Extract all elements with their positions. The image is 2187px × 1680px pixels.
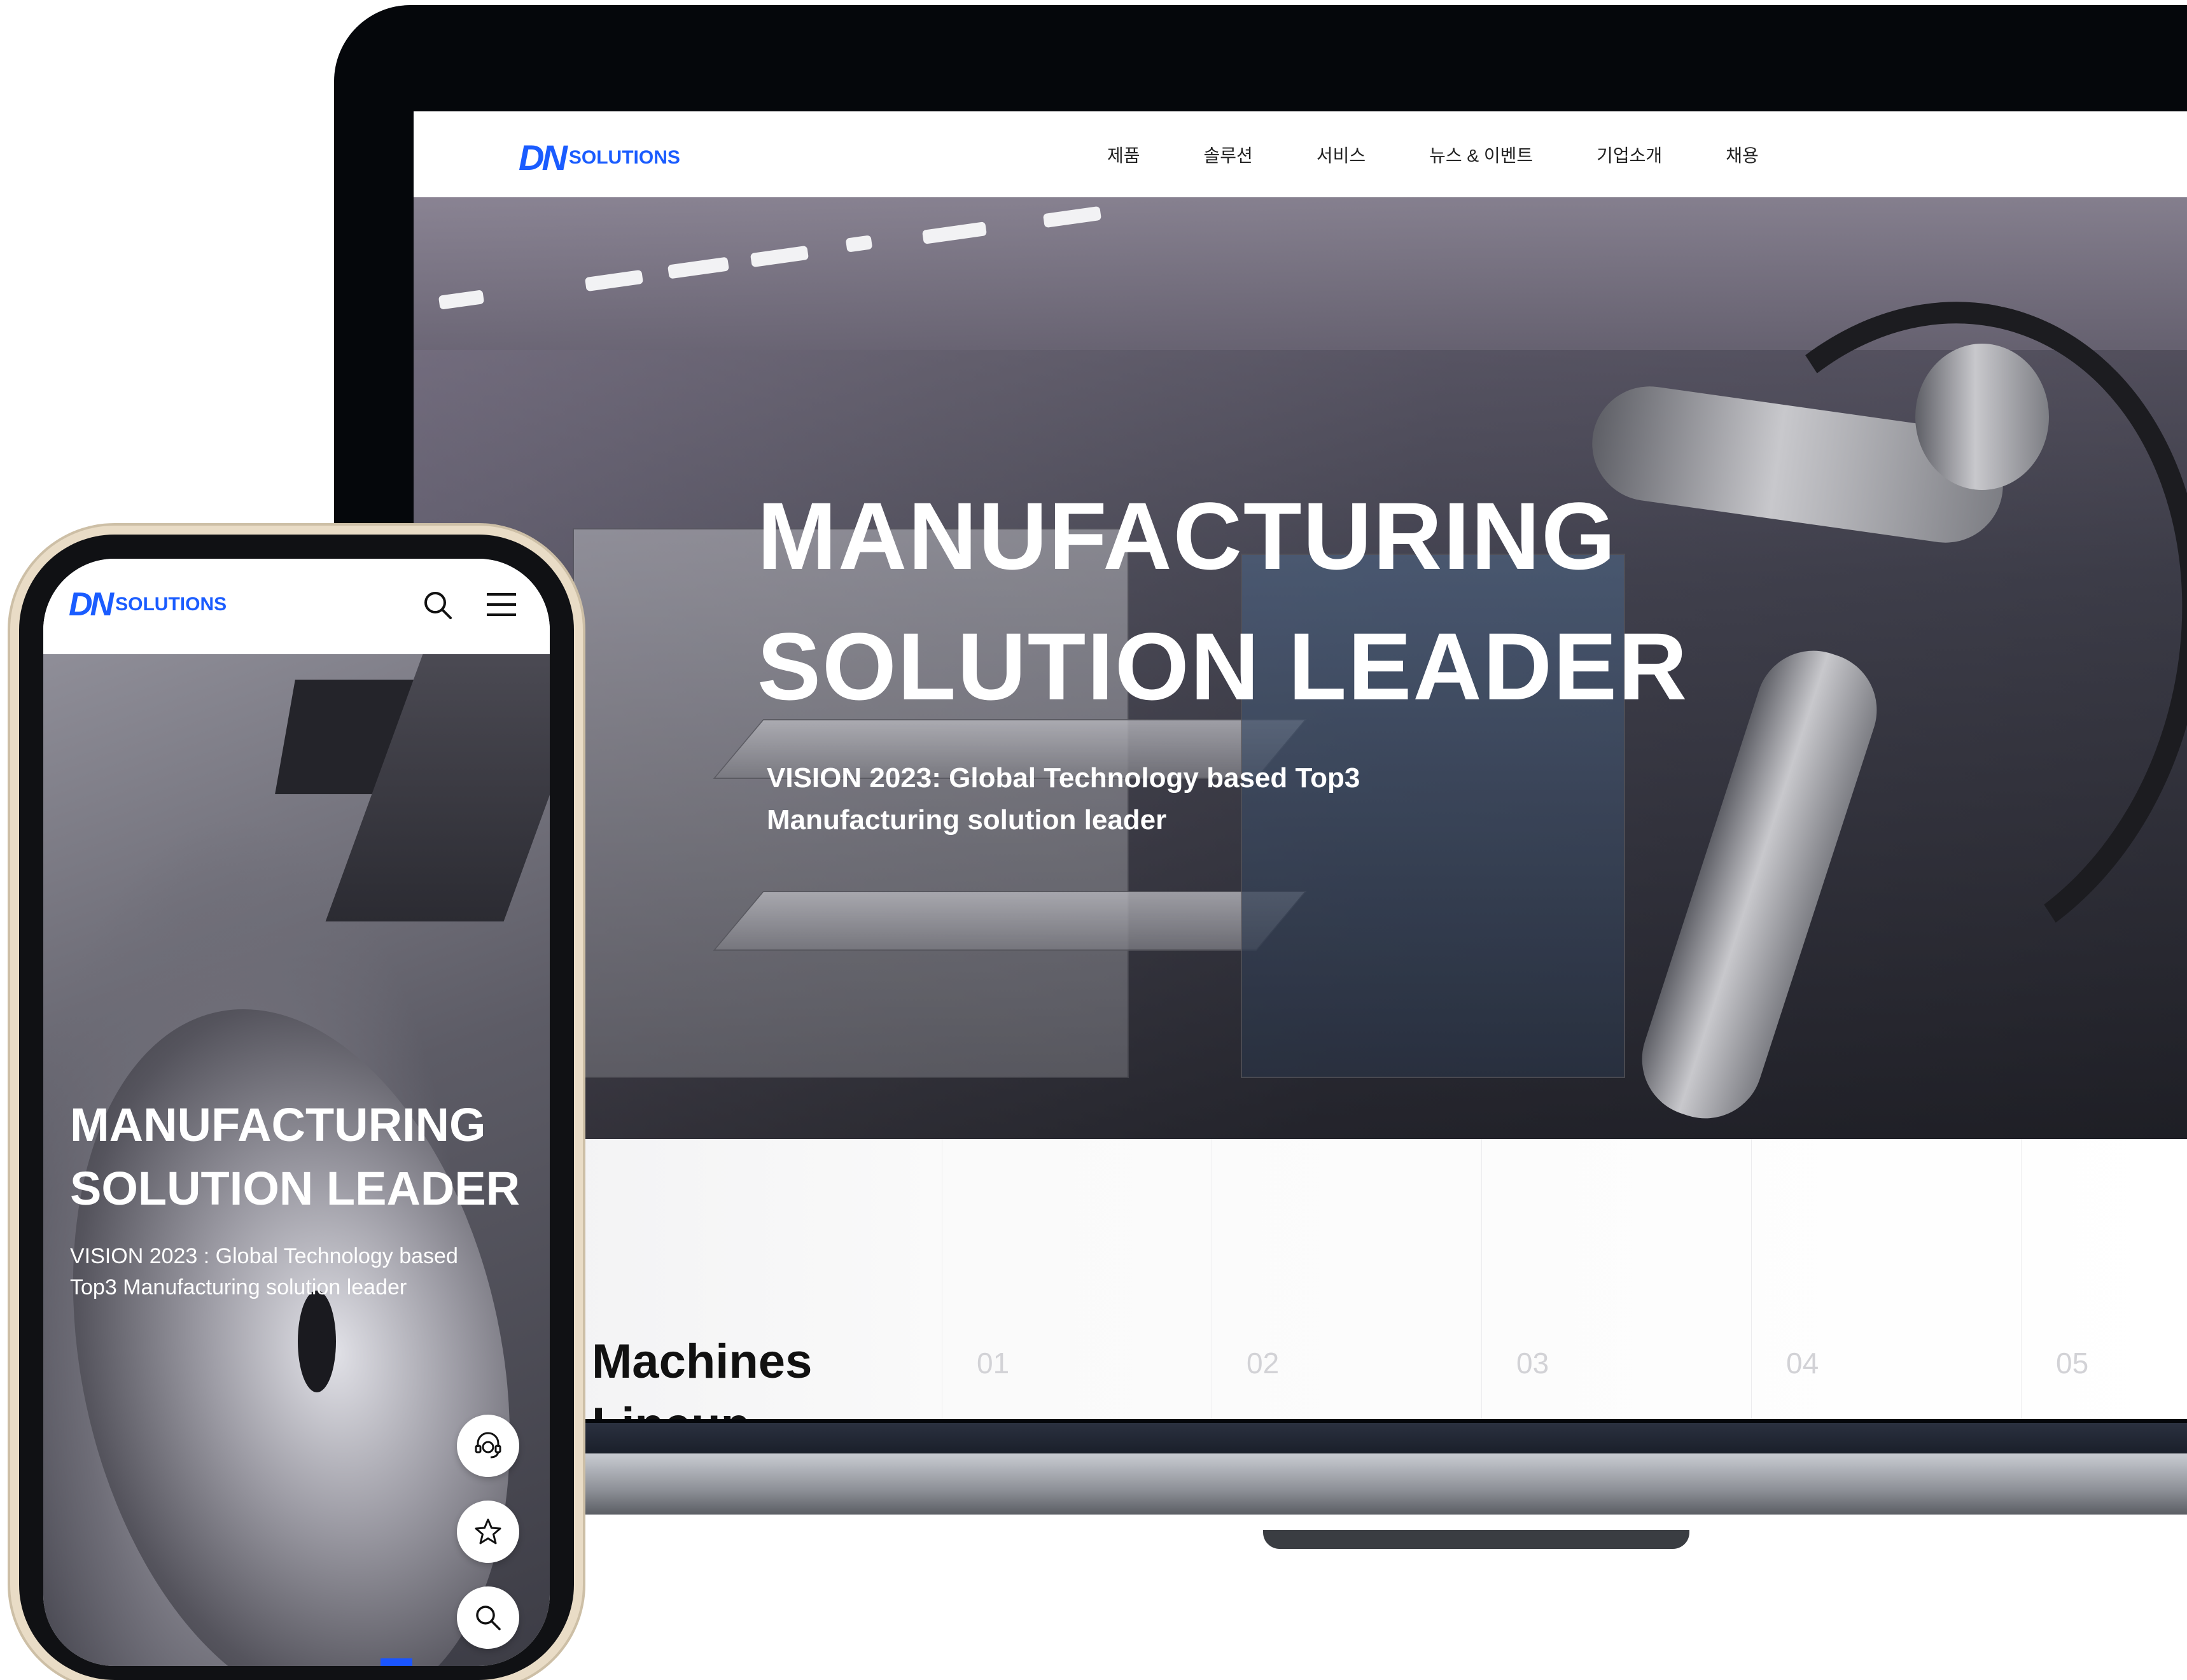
brand-logo[interactable]: DN SOLUTIONS	[69, 585, 227, 624]
star-icon	[475, 1518, 501, 1544]
desktop-screen: DN SOLUTIONS 제품 솔루션 서비스 뉴스 & 이벤트 기업소개 채용…	[414, 111, 2187, 1419]
lathe-chuck-disc	[43, 968, 550, 1666]
customer-support-button[interactable]	[457, 1415, 519, 1477]
nav-item-news-events[interactable]: 뉴스 & 이벤트	[1429, 142, 1533, 167]
logo-mark: DN	[519, 137, 568, 178]
mobile-header: DN SOLUTIONS	[43, 559, 550, 654]
main-nav: 제품 솔루션 서비스 뉴스 & 이벤트 기업소개 채용	[1107, 142, 1822, 167]
mobile-screen: DN SOLUTIONS MANUFACTURING SOLUTION LEAD…	[43, 559, 550, 1666]
laptop-base	[560, 1453, 2187, 1515]
hero-subtitle: VISION 2023: Global Technology based Top…	[767, 757, 1467, 841]
favorites-button[interactable]	[457, 1501, 519, 1563]
support-agent-icon	[475, 1432, 501, 1459]
machines-lineup: Machines Lineup 01 02 03 04 05	[414, 1139, 2187, 1419]
nav-item-solutions[interactable]: 솔루션	[1204, 142, 1253, 167]
nav-item-company[interactable]: 기업소개	[1597, 142, 1662, 167]
nav-item-careers[interactable]: 채용	[1726, 142, 1759, 167]
lineup-item-number[interactable]: 03	[1516, 1346, 1549, 1380]
nav-item-products[interactable]: 제품	[1107, 142, 1140, 167]
site-header: DN SOLUTIONS 제품 솔루션 서비스 뉴스 & 이벤트 기업소개 채용	[414, 111, 2187, 197]
logo-text: SOLUTIONS	[115, 594, 227, 615]
nav-item-services[interactable]: 서비스	[1317, 142, 1366, 167]
hero-subtitle-line: Manufacturing solution leader	[767, 804, 1167, 836]
chevron-left-icon[interactable]: ‹	[69, 1660, 78, 1666]
mobile-hero: MANUFACTURING SOLUTION LEADER VISION 202…	[43, 654, 550, 1666]
logo-text: SOLUTIONS	[568, 146, 680, 168]
laptop-notch	[1263, 1530, 1689, 1549]
search-button[interactable]	[457, 1586, 519, 1649]
mobile-hero-subtitle: VISION 2023 : Global Technology based To…	[70, 1244, 458, 1299]
hero-title-line: MANUFACTURING	[757, 482, 1617, 589]
lineup-item-number[interactable]: 05	[2056, 1346, 2088, 1380]
fixture-shelf	[713, 891, 1307, 951]
mobile-hero-title-line: SOLUTION LEADER	[70, 1162, 521, 1215]
search-icon[interactable]	[422, 589, 454, 621]
phone-frame: DN SOLUTIONS MANUFACTURING SOLUTION LEAD…	[19, 535, 574, 1680]
lineup-divider	[2021, 1139, 2022, 1419]
hero-subtitle-line: VISION 2023: Global Technology based Top…	[767, 762, 1360, 794]
menu-icon[interactable]	[486, 591, 517, 619]
lathe-spindle-hole	[298, 1291, 336, 1392]
lineup-divider	[1751, 1139, 1752, 1419]
lineup-divider	[1481, 1139, 1482, 1419]
search-icon	[476, 1606, 501, 1630]
mobile-hero-title-line: MANUFACTURING	[70, 1098, 486, 1151]
logo-mark: DN	[69, 586, 114, 623]
lineup-item-number[interactable]: 01	[977, 1346, 1009, 1380]
lineup-item-number[interactable]: 02	[1247, 1346, 1279, 1380]
chevron-right-icon[interactable]: ›	[110, 1660, 120, 1666]
hero-title-line: SOLUTION LEADER	[757, 613, 1689, 720]
lineup-title: Machines Lineup	[592, 1334, 813, 1419]
hero-banner: MANUFACTURING SOLUTION LEADER VISION 202…	[414, 197, 2187, 1187]
mobile-hero-title: MANUFACTURING SOLUTION LEADER	[70, 1093, 541, 1221]
brand-logo[interactable]: DN SOLUTIONS	[519, 137, 680, 178]
hero-title: MANUFACTURING SOLUTION LEADER	[757, 471, 1688, 732]
laptop-hinge	[560, 1423, 2187, 1453]
pause-button[interactable]: II	[381, 1658, 412, 1666]
lineup-item-number[interactable]: 04	[1786, 1346, 1819, 1380]
